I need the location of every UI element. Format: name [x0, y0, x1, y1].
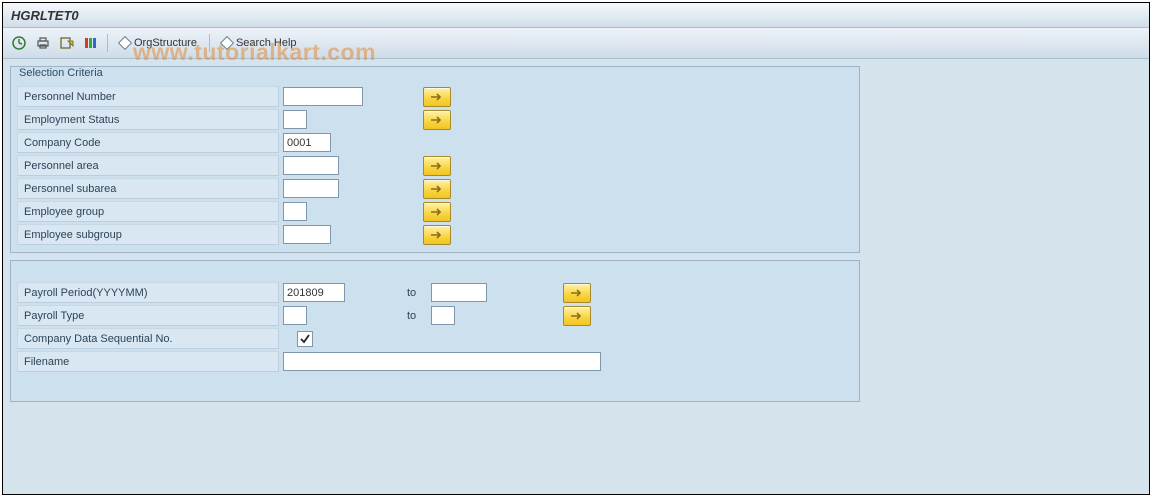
input-payroll-period-from[interactable]: [283, 283, 345, 302]
color-legend-icon[interactable]: [81, 33, 101, 53]
searchhelp-button[interactable]: Search Help: [216, 35, 303, 51]
execute-icon[interactable]: [9, 33, 29, 53]
label-to: to: [407, 310, 431, 322]
diamond-icon: [118, 36, 132, 50]
row-employee-group: Employee group: [17, 200, 853, 223]
multselect-payroll-period[interactable]: [563, 283, 591, 303]
input-employee-subgroup[interactable]: [283, 225, 331, 244]
row-personnel-number: Personnel Number: [17, 85, 853, 108]
label-personnel-subarea: Personnel subarea: [17, 178, 279, 199]
label-payroll-type: Payroll Type: [17, 305, 279, 326]
label-employee-group: Employee group: [17, 201, 279, 222]
label-payroll-period: Payroll Period(YYYYMM): [17, 282, 279, 303]
label-to: to: [407, 287, 431, 299]
searchhelp-label: Search Help: [236, 37, 297, 49]
row-company-code: Company Code: [17, 131, 853, 154]
multselect-personnel-subarea[interactable]: [423, 179, 451, 199]
multselect-personnel-area[interactable]: [423, 156, 451, 176]
row-company-seqno: Company Data Sequential No.: [17, 327, 853, 350]
input-personnel-number[interactable]: [283, 87, 363, 106]
orgstructure-button[interactable]: OrgStructure: [114, 35, 203, 51]
row-employee-subgroup: Employee subgroup: [17, 223, 853, 246]
row-payroll-type: Payroll Type to: [17, 304, 853, 327]
multselect-payroll-type[interactable]: [563, 306, 591, 326]
input-personnel-area[interactable]: [283, 156, 339, 175]
toolbar-separator: [209, 34, 210, 52]
multselect-employee-subgroup[interactable]: [423, 225, 451, 245]
parameters-panel: Payroll Period(YYYYMM) to Payroll Type t…: [10, 260, 860, 402]
label-company-seqno: Company Data Sequential No.: [17, 328, 279, 349]
app-window: HGRLTET0: [2, 2, 1150, 495]
orgstructure-label: OrgStructure: [134, 37, 197, 49]
row-personnel-area: Personnel area: [17, 154, 853, 177]
multselect-employment-status[interactable]: [423, 110, 451, 130]
label-employment-status: Employment Status: [17, 109, 279, 130]
label-employee-subgroup: Employee subgroup: [17, 224, 279, 245]
input-company-code[interactable]: [283, 133, 331, 152]
label-company-code: Company Code: [17, 132, 279, 153]
multselect-personnel-number[interactable]: [423, 87, 451, 107]
page-title: HGRLTET0: [11, 8, 79, 23]
label-filename: Filename: [17, 351, 279, 372]
selection-criteria-panel: Selection Criteria Personnel Number Empl…: [10, 66, 860, 253]
input-filename[interactable]: [283, 352, 601, 371]
variant-get-icon[interactable]: [57, 33, 77, 53]
label-personnel-area: Personnel area: [17, 155, 279, 176]
toolbar-separator: [107, 34, 108, 52]
input-payroll-type-to[interactable]: [431, 306, 455, 325]
multselect-employee-group[interactable]: [423, 202, 451, 222]
checkbox-company-seqno[interactable]: [297, 331, 313, 347]
row-personnel-subarea: Personnel subarea: [17, 177, 853, 200]
titlebar: HGRLTET0: [3, 3, 1149, 28]
print-icon[interactable]: [33, 33, 53, 53]
row-filename: Filename: [17, 350, 853, 373]
input-personnel-subarea[interactable]: [283, 179, 339, 198]
input-payroll-period-to[interactable]: [431, 283, 487, 302]
input-payroll-type-from[interactable]: [283, 306, 307, 325]
panel-legend: Selection Criteria: [17, 65, 105, 85]
input-employment-status[interactable]: [283, 110, 307, 129]
diamond-icon: [220, 36, 234, 50]
row-payroll-period: Payroll Period(YYYYMM) to: [17, 281, 853, 304]
row-employment-status: Employment Status: [17, 108, 853, 131]
toolbar: OrgStructure Search Help: [3, 28, 1149, 59]
input-employee-group[interactable]: [283, 202, 307, 221]
label-personnel-number: Personnel Number: [17, 86, 279, 107]
